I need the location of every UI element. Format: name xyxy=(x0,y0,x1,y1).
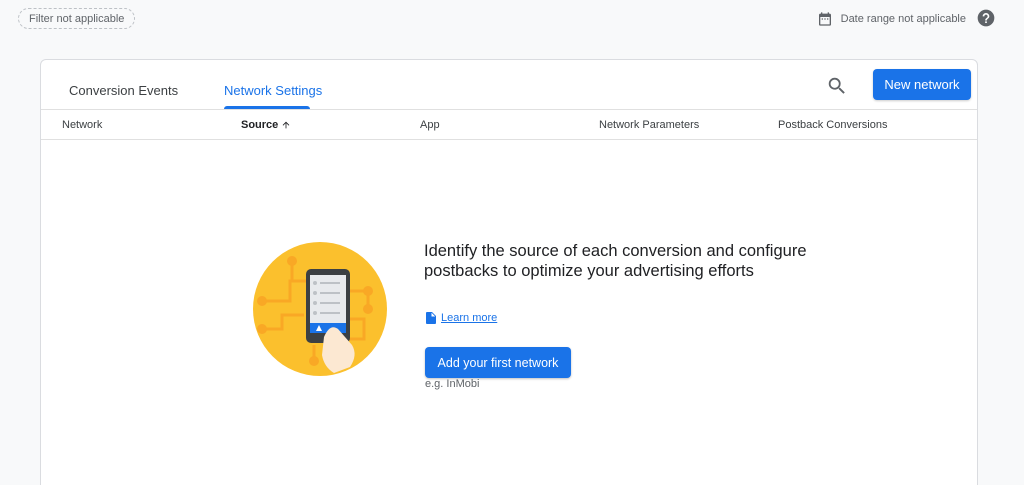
active-tab-indicator xyxy=(224,106,310,109)
document-icon xyxy=(426,312,436,324)
column-source[interactable]: Source xyxy=(241,119,291,131)
sort-ascending-icon xyxy=(281,120,291,130)
column-app[interactable]: App xyxy=(420,119,440,131)
network-settings-card: Conversion Events Network Settings New n… xyxy=(40,59,978,485)
column-postback-conversions[interactable]: Postback Conversions xyxy=(778,119,887,131)
tab-conversion-events[interactable]: Conversion Events xyxy=(69,83,178,98)
tab-bar: Conversion Events Network Settings New n… xyxy=(41,60,977,110)
table-header: Network Source App Network Parameters Po… xyxy=(41,110,977,140)
date-range-label: Date range not applicable xyxy=(840,12,966,25)
filter-chip-label: Filter not applicable xyxy=(29,12,125,25)
empty-state-title: Identify the source of each conversion a… xyxy=(424,242,807,280)
column-network-parameters[interactable]: Network Parameters xyxy=(599,119,699,131)
learn-more-label[interactable]: Learn more xyxy=(441,312,497,324)
example-hint: e.g. InMobi xyxy=(425,378,480,390)
column-network[interactable]: Network xyxy=(62,119,102,131)
filter-chip[interactable]: Filter not applicable xyxy=(18,8,136,29)
column-source-label: Source xyxy=(241,119,279,131)
calendar-icon xyxy=(817,11,833,27)
learn-more-link[interactable]: Learn more xyxy=(426,312,497,324)
empty-state-illustration xyxy=(252,241,388,377)
new-network-button[interactable]: New network xyxy=(873,69,971,100)
help-icon[interactable] xyxy=(976,8,996,28)
date-range[interactable]: Date range not applicable xyxy=(817,8,966,29)
tab-network-settings[interactable]: Network Settings xyxy=(224,83,322,98)
search-icon[interactable] xyxy=(826,75,848,97)
add-first-network-button[interactable]: Add your first network xyxy=(425,347,571,378)
